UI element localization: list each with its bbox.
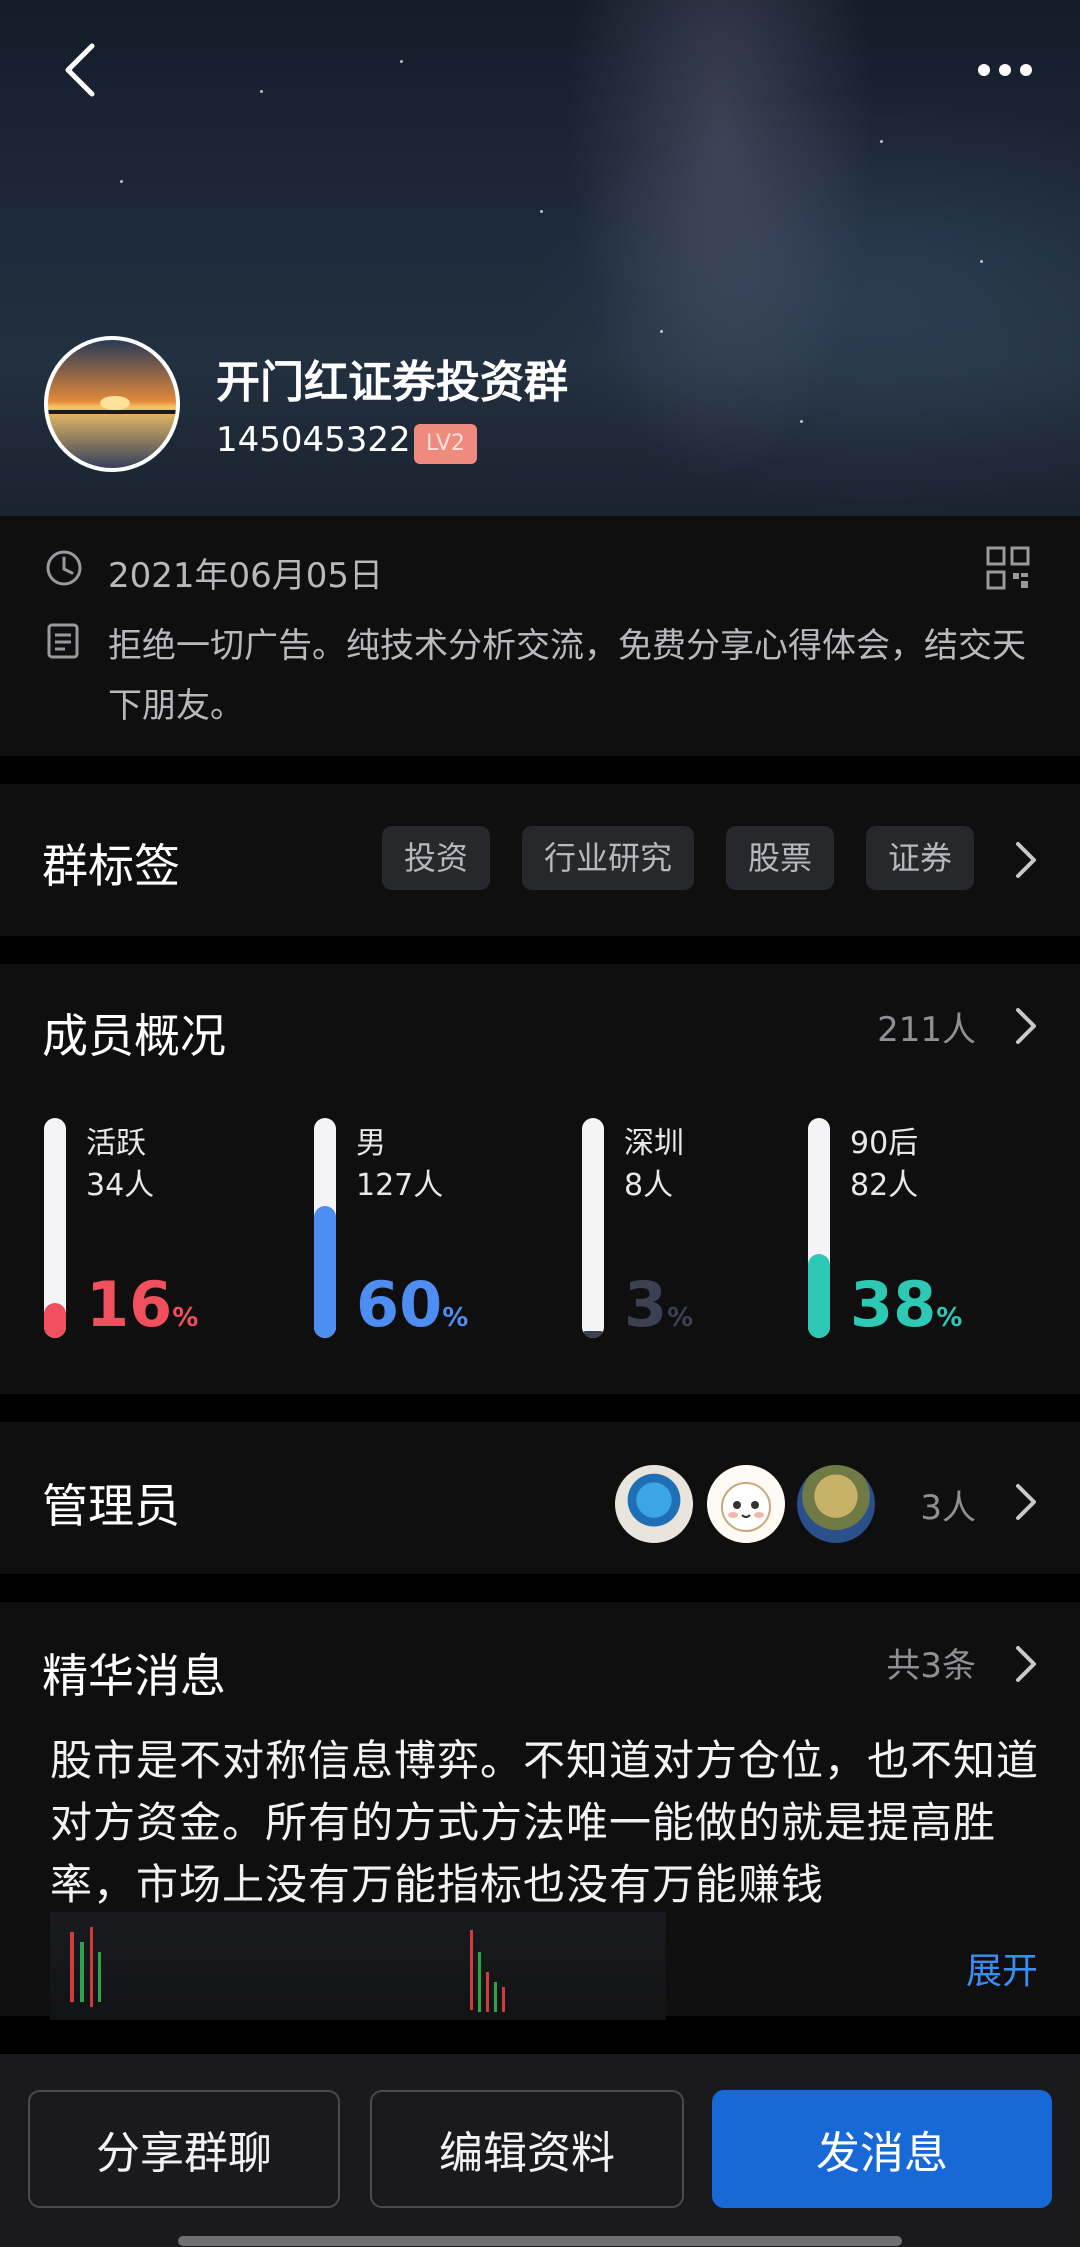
star-decoration xyxy=(980,260,983,263)
stat-percent-value: 60 xyxy=(356,1268,443,1341)
stat-count: 82人 xyxy=(850,1168,919,1203)
group-avatar[interactable] xyxy=(44,336,180,472)
stat-label: 90后 xyxy=(850,1126,919,1161)
tags-title: 群标签 xyxy=(42,839,180,893)
share-group-button[interactable]: 分享群聊 xyxy=(28,2090,340,2208)
stat-percent: 38% xyxy=(850,1268,962,1341)
more-button[interactable] xyxy=(960,30,1050,110)
star-decoration xyxy=(880,140,883,143)
clock-icon xyxy=(46,550,82,586)
level-badge: LV2 xyxy=(414,424,477,464)
stock-chart-thumbnail[interactable] xyxy=(50,1912,666,2020)
member-total: 211人 xyxy=(877,1010,976,1050)
stat-percent-unit: % xyxy=(936,1303,963,1333)
stat-percent-value: 16 xyxy=(86,1268,173,1341)
group-id: 145045322 xyxy=(216,420,411,460)
tag-item[interactable]: 投资 xyxy=(382,826,491,890)
back-chevron-icon xyxy=(65,43,95,97)
stat-count: 8人 xyxy=(624,1168,674,1203)
stat-bar-fill xyxy=(314,1206,336,1338)
stat-bar xyxy=(314,1118,336,1338)
stat-percent: 3% xyxy=(624,1268,693,1341)
tag-item[interactable]: 证券 xyxy=(866,826,975,890)
stat-bar-fill xyxy=(44,1302,66,1338)
stat-bar-fill xyxy=(808,1254,830,1338)
member-overview-section[interactable]: 成员概况 211人 活跃 34人 16% 男 127人 60% 深圳 8人 3%… xyxy=(0,964,1080,1394)
cat-face-icon xyxy=(721,1482,771,1532)
stat-percent-value: 3 xyxy=(624,1268,668,1341)
essence-title: 精华消息 xyxy=(42,1649,226,1703)
group-description: 拒绝一切广告。纯技术分析交流，免费分享心得体会，结交天下朋友。 xyxy=(108,626,1026,726)
stat-label: 深圳 xyxy=(624,1126,684,1161)
stat-percent-unit: % xyxy=(667,1303,694,1333)
tag-item[interactable]: 行业研究 xyxy=(522,826,695,890)
back-button[interactable] xyxy=(40,30,120,110)
admin-avatar[interactable] xyxy=(794,1462,878,1546)
star-decoration xyxy=(540,210,543,213)
edit-profile-button[interactable]: 编辑资料 xyxy=(370,2090,684,2208)
star-decoration xyxy=(120,180,123,183)
stat-count: 127人 xyxy=(356,1168,444,1203)
stat-bar-fill xyxy=(582,1331,604,1338)
admins-title: 管理员 xyxy=(42,1479,180,1533)
more-dots-icon xyxy=(978,64,1032,76)
tag-item[interactable]: 股票 xyxy=(726,826,835,890)
created-date: 2021年06月05日 xyxy=(108,556,384,596)
qr-code-icon[interactable] xyxy=(986,546,1030,590)
bottom-action-bar: 分享群聊 编辑资料 发消息 xyxy=(0,2054,1080,2247)
stat-percent: 60% xyxy=(356,1268,468,1341)
group-info-panel: 2021年06月05日 拒绝一切广告。纯技术分析交流，免费分享心得体会，结交天下… xyxy=(0,516,1080,756)
stat-percent-unit: % xyxy=(442,1303,469,1333)
stat-count: 34人 xyxy=(86,1168,155,1203)
chevron-right-icon xyxy=(1016,842,1036,878)
star-decoration xyxy=(660,330,663,333)
send-message-button[interactable]: 发消息 xyxy=(712,2090,1052,2208)
stat-label: 男 xyxy=(356,1126,386,1161)
admin-avatar[interactable] xyxy=(704,1462,788,1546)
candlestick-image xyxy=(70,1927,505,2012)
star-decoration xyxy=(400,60,403,63)
avatar-sun xyxy=(100,396,130,410)
header-banner: 开门红证券投资群 145045322 LV2 xyxy=(0,0,1080,516)
group-tags-section[interactable]: 群标签 投资 行业研究 股票 证券 xyxy=(0,784,1080,936)
stat-bar xyxy=(44,1118,66,1338)
home-indicator[interactable] xyxy=(178,2236,902,2246)
document-icon xyxy=(47,623,79,659)
admins-section[interactable]: 管理员 3人 xyxy=(0,1422,1080,1574)
chevron-right-icon xyxy=(1016,1008,1036,1044)
admin-count: 3人 xyxy=(920,1488,976,1528)
stat-bar xyxy=(808,1118,830,1338)
stat-bar xyxy=(582,1118,604,1338)
stat-label: 活跃 xyxy=(86,1126,146,1161)
essence-count: 共3条 xyxy=(886,1646,976,1686)
admin-avatar[interactable] xyxy=(612,1462,696,1546)
expand-link[interactable]: 展开 xyxy=(966,1942,1038,1994)
star-decoration xyxy=(800,420,803,423)
chevron-right-icon xyxy=(1016,1484,1036,1520)
essence-messages-section[interactable]: 精华消息 共3条 股市是不对称信息博弈。不知道对方仓位，也不知道对方资金。所有的… xyxy=(0,1602,1080,2020)
chevron-right-icon xyxy=(1016,1646,1036,1682)
stat-percent-value: 38 xyxy=(850,1268,937,1341)
stat-percent: 16% xyxy=(86,1268,198,1341)
essence-message-text[interactable]: 股市是不对称信息博弈。不知道对方仓位，也不知道对方资金。所有的方式方法唯一能做的… xyxy=(50,1730,1040,1916)
avatar-pier xyxy=(48,410,176,414)
stat-percent-unit: % xyxy=(172,1303,199,1333)
members-title: 成员概况 xyxy=(42,1009,226,1063)
group-name: 开门红证券投资群 xyxy=(216,357,568,408)
star-decoration xyxy=(260,90,263,93)
